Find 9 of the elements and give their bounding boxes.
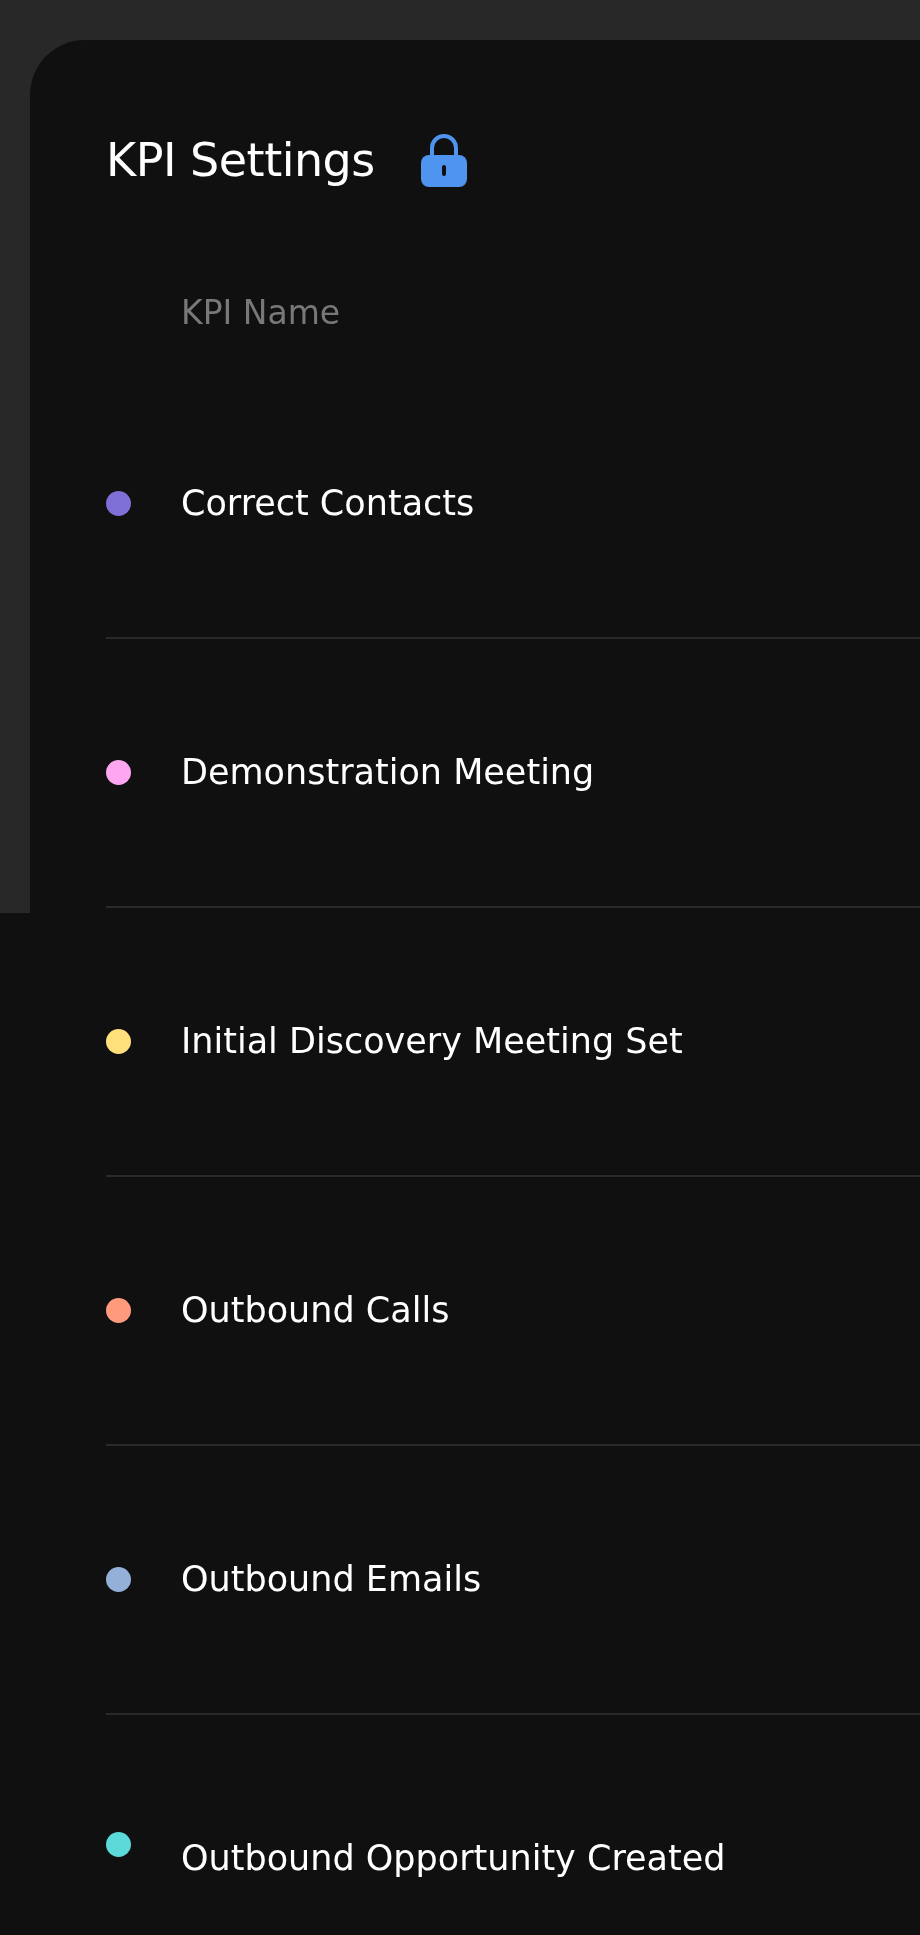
kpi-name: Initial Discovery Meeting Set — [181, 1020, 683, 1064]
kpi-name: Outbound Emails — [181, 1558, 482, 1602]
lock-icon — [418, 133, 469, 187]
kpi-name: Demonstration Meeting — [181, 751, 595, 795]
kpi-name: Outbound Opportunity Created — [181, 1837, 726, 1880]
column-header: KPI Name — [180, 292, 342, 334]
page-title: KPI Settings — [106, 132, 375, 189]
kpi-name: Correct Contacts — [181, 482, 475, 526]
kpi-name: Outbound Calls — [181, 1289, 450, 1333]
